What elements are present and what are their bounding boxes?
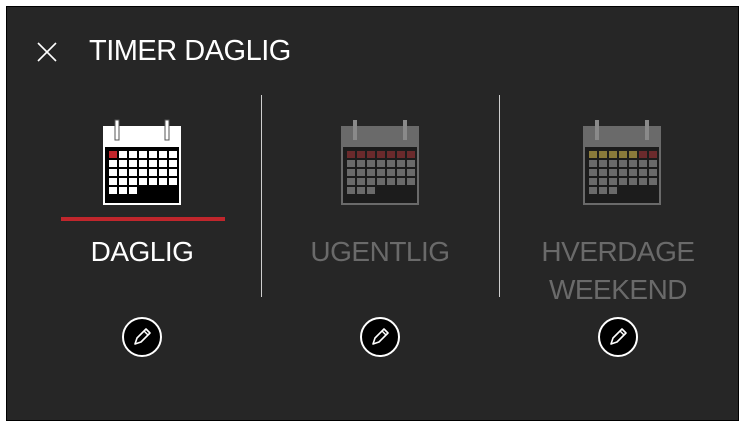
- option-label-weekend: WEEKEND: [548, 274, 688, 305]
- divider: [261, 95, 262, 297]
- calendar-daily-icon: [103, 119, 181, 205]
- pencil-icon: [598, 317, 638, 357]
- option-label-hverdage: HVERDAGE: [541, 236, 695, 267]
- edit-daglig-button[interactable]: [119, 314, 165, 360]
- timer-screen: TIMER DAGLIG DAGLIG UGENTLIG HVERDAGE WE…: [6, 6, 739, 421]
- calendar-weekly-icon: [341, 120, 419, 205]
- option-label-daglig: DAGLIG: [90, 236, 194, 267]
- divider: [499, 95, 500, 297]
- calendar-weekday-weekend-icon: [583, 120, 661, 205]
- edit-ugentlig-button[interactable]: [357, 314, 403, 360]
- edit-hverdage-weekend-button[interactable]: [595, 314, 641, 360]
- option-ugentlig[interactable]: UGENTLIG: [265, 7, 495, 307]
- option-label-ugentlig: UGENTLIG: [310, 236, 450, 267]
- option-hverdage-weekend[interactable]: HVERDAGE WEEKEND: [503, 7, 733, 307]
- option-daglig[interactable]: DAGLIG: [27, 7, 257, 307]
- selected-indicator: [61, 217, 225, 221]
- pencil-icon: [122, 317, 162, 357]
- pencil-icon: [360, 317, 400, 357]
